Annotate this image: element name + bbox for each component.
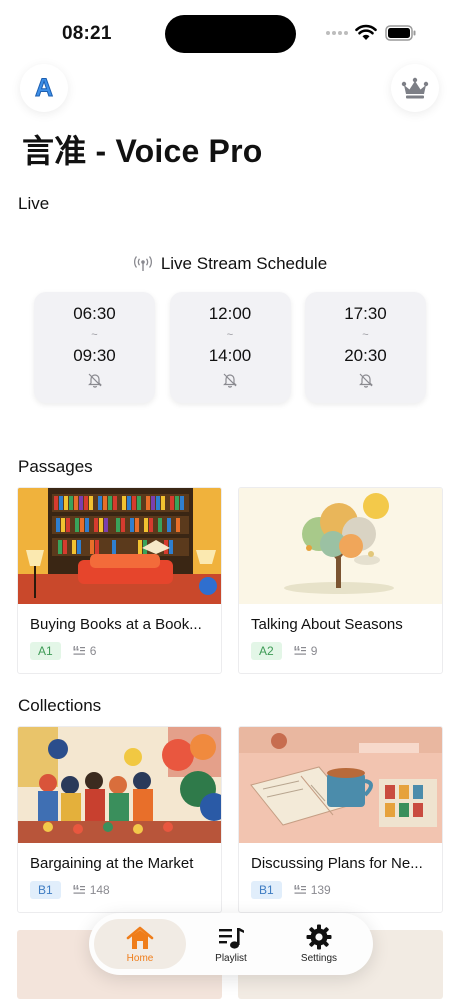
tab-label: Home <box>126 953 154 964</box>
broadcast-antenna-icon <box>133 256 152 271</box>
bell-off-icon[interactable] <box>222 372 238 388</box>
section-title-passages: Passages <box>18 457 93 476</box>
tab-label: Playlist <box>215 953 247 964</box>
collection-card[interactable]: Bargaining at the Market B1 148 <box>17 726 222 913</box>
section-title-live: Live <box>18 194 50 213</box>
premium-button[interactable] <box>391 64 439 112</box>
passage-title: Buying Books at a Book... <box>30 616 202 633</box>
quote-list-icon <box>294 646 306 655</box>
tab-settings[interactable]: Settings <box>273 919 365 969</box>
sentence-count: 139 <box>294 883 331 897</box>
collection-title: Discussing Plans for Ne... <box>251 855 423 872</box>
live-schedule-header: Live Stream Schedule <box>0 254 460 274</box>
passage-card[interactable]: Buying Books at a Book... A1 6 <box>17 487 222 674</box>
tab-playlist[interactable]: Playlist <box>185 919 277 969</box>
passage-meta: A2 9 <box>251 642 317 660</box>
home-icon <box>126 926 154 949</box>
tab-bar: Home Playlist Settings <box>89 913 373 975</box>
collection-meta: B1 139 <box>251 881 331 899</box>
live-schedule-slots: 06:30 ~ 09:30 12:00 ~ 14:00 17:30 ~ 20:3… <box>34 292 426 403</box>
passage-card[interactable]: Talking About Seasons A2 9 <box>238 487 443 674</box>
level-badge: B1 <box>30 881 61 899</box>
wifi-icon <box>355 24 377 40</box>
schedule-slot[interactable]: 17:30 ~ 20:30 <box>305 292 426 403</box>
passages-list: Buying Books at a Book... A1 6 Talking A… <box>17 487 443 674</box>
letter-a-icon: A <box>34 73 54 102</box>
level-badge: B1 <box>251 881 282 899</box>
slot-separator: ~ <box>91 329 98 341</box>
section-title-collections: Collections <box>18 696 102 715</box>
status-time: 08:21 <box>62 23 112 44</box>
slot-start-time: 06:30 <box>73 304 116 323</box>
collections-list: Bargaining at the Market B1 148 Discussi… <box>17 726 443 913</box>
playlist-icon <box>219 928 244 949</box>
crown-icon <box>401 77 429 99</box>
quote-list-icon <box>294 885 306 894</box>
bell-off-icon[interactable] <box>87 372 103 388</box>
collection-thumbnail-plans <box>239 727 442 843</box>
sentence-count: 6 <box>73 644 97 658</box>
slot-end-time: 14:00 <box>208 346 252 365</box>
sentence-count-value: 139 <box>310 883 331 897</box>
passage-thumbnail-seasons <box>239 488 442 604</box>
quote-list-icon <box>73 646 85 655</box>
sentence-count-value: 6 <box>89 644 97 658</box>
sentence-count: 9 <box>294 644 318 658</box>
dynamic-island <box>165 15 296 53</box>
page-title: 言准 - Voice Pro <box>22 133 263 169</box>
collection-meta: B1 148 <box>30 881 110 899</box>
collection-thumbnail-market <box>18 727 221 843</box>
language-level-button[interactable]: A <box>20 64 68 112</box>
collection-title: Bargaining at the Market <box>30 855 194 872</box>
cellular-signal-icon <box>326 31 348 35</box>
slot-separator: ~ <box>362 329 369 341</box>
sentence-count-value: 9 <box>310 644 318 658</box>
slot-start-time: 17:30 <box>344 304 387 323</box>
passage-meta: A1 6 <box>30 642 96 660</box>
slot-end-time: 09:30 <box>73 346 116 365</box>
tab-label: Settings <box>300 953 338 964</box>
battery-icon <box>385 25 416 41</box>
status-bar: 08:21 <box>0 0 460 60</box>
tab-home[interactable]: Home <box>94 919 186 969</box>
level-badge: A2 <box>251 642 282 660</box>
schedule-title: Live Stream Schedule <box>160 254 328 273</box>
slot-separator: ~ <box>226 329 234 341</box>
passage-title: Talking About Seasons <box>251 616 403 633</box>
schedule-slot[interactable]: 12:00 ~ 14:00 <box>169 292 291 403</box>
sentence-count: 148 <box>73 883 110 897</box>
bell-off-icon[interactable] <box>358 372 374 388</box>
collection-card[interactable]: Discussing Plans for Ne... B1 139 <box>238 726 443 913</box>
slot-start-time: 12:00 <box>208 304 252 323</box>
schedule-slot[interactable]: 06:30 ~ 09:30 <box>34 292 155 403</box>
gear-icon <box>306 924 332 950</box>
sentence-count-value: 148 <box>89 883 110 897</box>
slot-end-time: 20:30 <box>344 346 387 365</box>
quote-list-icon <box>73 885 85 894</box>
level-badge: A1 <box>30 642 61 660</box>
passage-thumbnail-bookstore <box>18 488 221 604</box>
